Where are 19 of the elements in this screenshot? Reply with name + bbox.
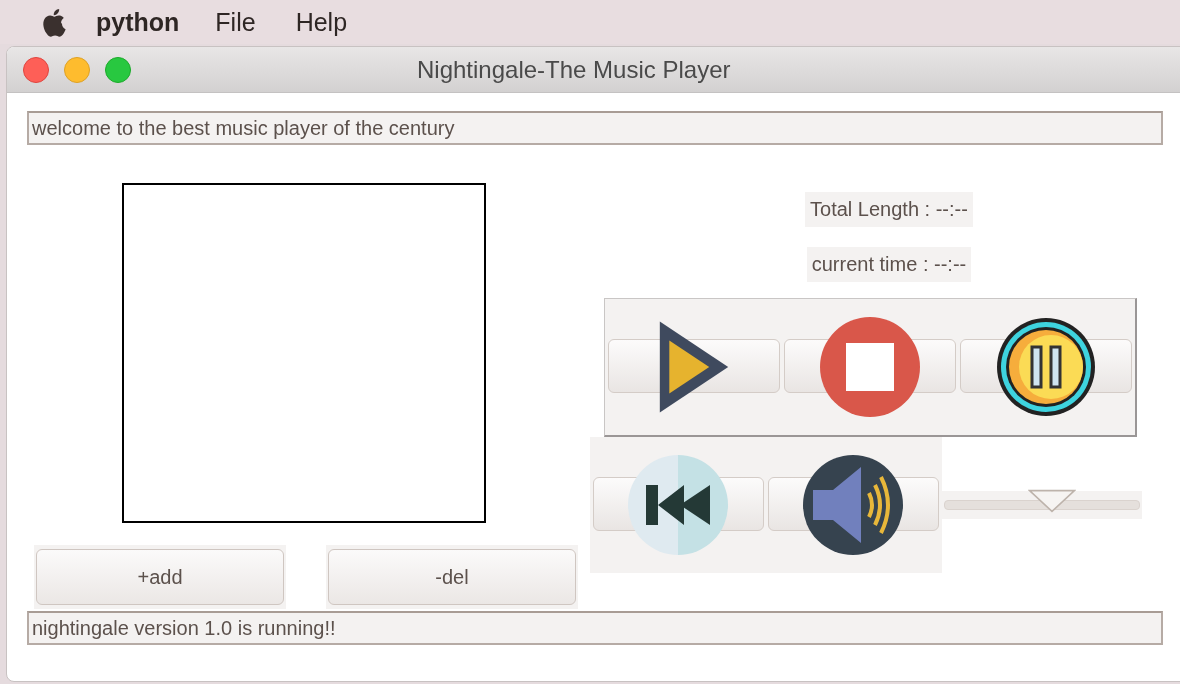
menu-item[interactable]: File: [215, 7, 256, 37]
app-menu[interactable]: python: [96, 7, 180, 37]
stop-icon: [820, 317, 921, 417]
current-time-label: current time : --:--: [806, 247, 972, 282]
playlist-button[interactable]: +add: [36, 549, 284, 605]
status-bar: nightingale version 1.0 is running!!: [27, 611, 1163, 645]
window-title: Nightingale-The Music Player: [417, 55, 731, 84]
slider-thumb[interactable]: [1027, 489, 1076, 513]
pause-icon: [996, 317, 1097, 417]
volume-slider[interactable]: [942, 491, 1142, 519]
total-length-label: Total Length : --:--: [805, 192, 973, 227]
menu-item[interactable]: Help: [295, 7, 348, 37]
close-button[interactable]: [23, 56, 49, 83]
playlist-button[interactable]: -del: [328, 549, 576, 605]
rewind-icon: [628, 455, 729, 555]
speaker-icon: [803, 455, 904, 555]
playlist-box[interactable]: [122, 183, 486, 523]
welcome-field[interactable]: welcome to the best music player of the century: [27, 111, 1163, 145]
apple-icon[interactable]: [40, 7, 66, 37]
